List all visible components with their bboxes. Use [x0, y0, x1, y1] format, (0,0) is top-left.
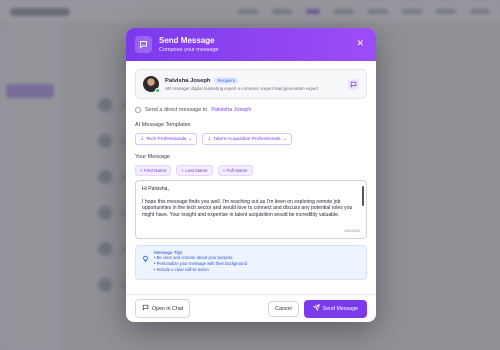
chat-icon[interactable] — [348, 79, 359, 90]
cancel-button[interactable]: Cancel — [268, 300, 299, 317]
send-message-dialog: Send Message Compose your message ✕ Palv… — [126, 28, 376, 322]
chevron-down-icon: ⌄ — [282, 136, 287, 142]
recipient-description: HR manager digital marketing expert e-co… — [165, 86, 319, 91]
template-tech-professionals[interactable]: ⇣ Tech Professionals ⌄ — [135, 133, 198, 145]
message-tips-panel: Message Tips • Be clear and concise abou… — [135, 245, 367, 280]
recipient-card: Palvisha Joseph Recipient HR manager dig… — [135, 69, 367, 99]
open-in-chat-label: Open in Chat — [152, 305, 184, 312]
send-icon — [312, 304, 320, 313]
template-talent-acquisition[interactable]: ⇣ Talent Acquisition Professionals ⌄ — [202, 133, 292, 145]
tip-item: • Include a clear call-to-action — [154, 267, 209, 272]
direct-message-note: Send a direct message to Palvisha Joseph — [135, 107, 367, 113]
download-icon: ⇣ — [207, 136, 212, 142]
close-icon[interactable]: ✕ — [356, 38, 364, 49]
recipient-name: Palvisha Joseph — [165, 77, 211, 84]
send-message-button[interactable]: Send Message — [303, 299, 367, 318]
send-message-label: Send Message — [322, 305, 358, 312]
message-body: I hope this message finds you well. I'm … — [142, 198, 353, 218]
message-label: Your Message — [135, 154, 170, 160]
dialog-title: Send Message — [159, 35, 215, 45]
character-counter: 280/2000 — [344, 228, 360, 235]
chat-icon — [142, 304, 149, 313]
template-label: Tech Professionals — [146, 136, 187, 142]
info-icon — [135, 107, 141, 113]
dialog-footer: Open in Chat Cancel Send Message — [126, 294, 376, 322]
textarea-scrollbar[interactable] — [362, 186, 364, 206]
direct-message-prefix: Send a direct message to — [145, 107, 208, 113]
insert-full-name-button[interactable]: + Full Name — [217, 165, 253, 176]
insert-last-name-button[interactable]: + Last Name — [176, 165, 213, 176]
placeholder-buttons: + First Name + Last Name + Full Name — [135, 165, 367, 176]
dialog-subtitle: Compose your message — [159, 46, 219, 53]
chevron-down-icon: ⌄ — [188, 136, 193, 142]
online-status-dot — [155, 88, 160, 93]
dialog-header: Send Message Compose your message ✕ — [126, 28, 376, 61]
lightbulb-icon — [142, 250, 149, 275]
message-textarea[interactable]: Hi Palvisha, I hope this message finds y… — [135, 180, 367, 239]
insert-first-name-button[interactable]: + First Name — [135, 165, 172, 176]
template-label: Talent Acquisition Professionals — [213, 136, 281, 142]
template-list: ⇣ Tech Professionals ⌄ ⇣ Talent Acquisit… — [135, 133, 367, 145]
avatar — [143, 76, 160, 93]
message-icon — [135, 36, 152, 53]
templates-label: AI Message Templates — [135, 122, 191, 128]
direct-message-recipient: Palvisha Joseph — [211, 107, 252, 113]
download-icon: ⇣ — [140, 136, 145, 142]
open-in-chat-button[interactable]: Open in Chat — [135, 299, 191, 318]
recipient-badge: Recipient — [214, 77, 238, 84]
message-greeting: Hi Palvisha, — [142, 186, 169, 192]
